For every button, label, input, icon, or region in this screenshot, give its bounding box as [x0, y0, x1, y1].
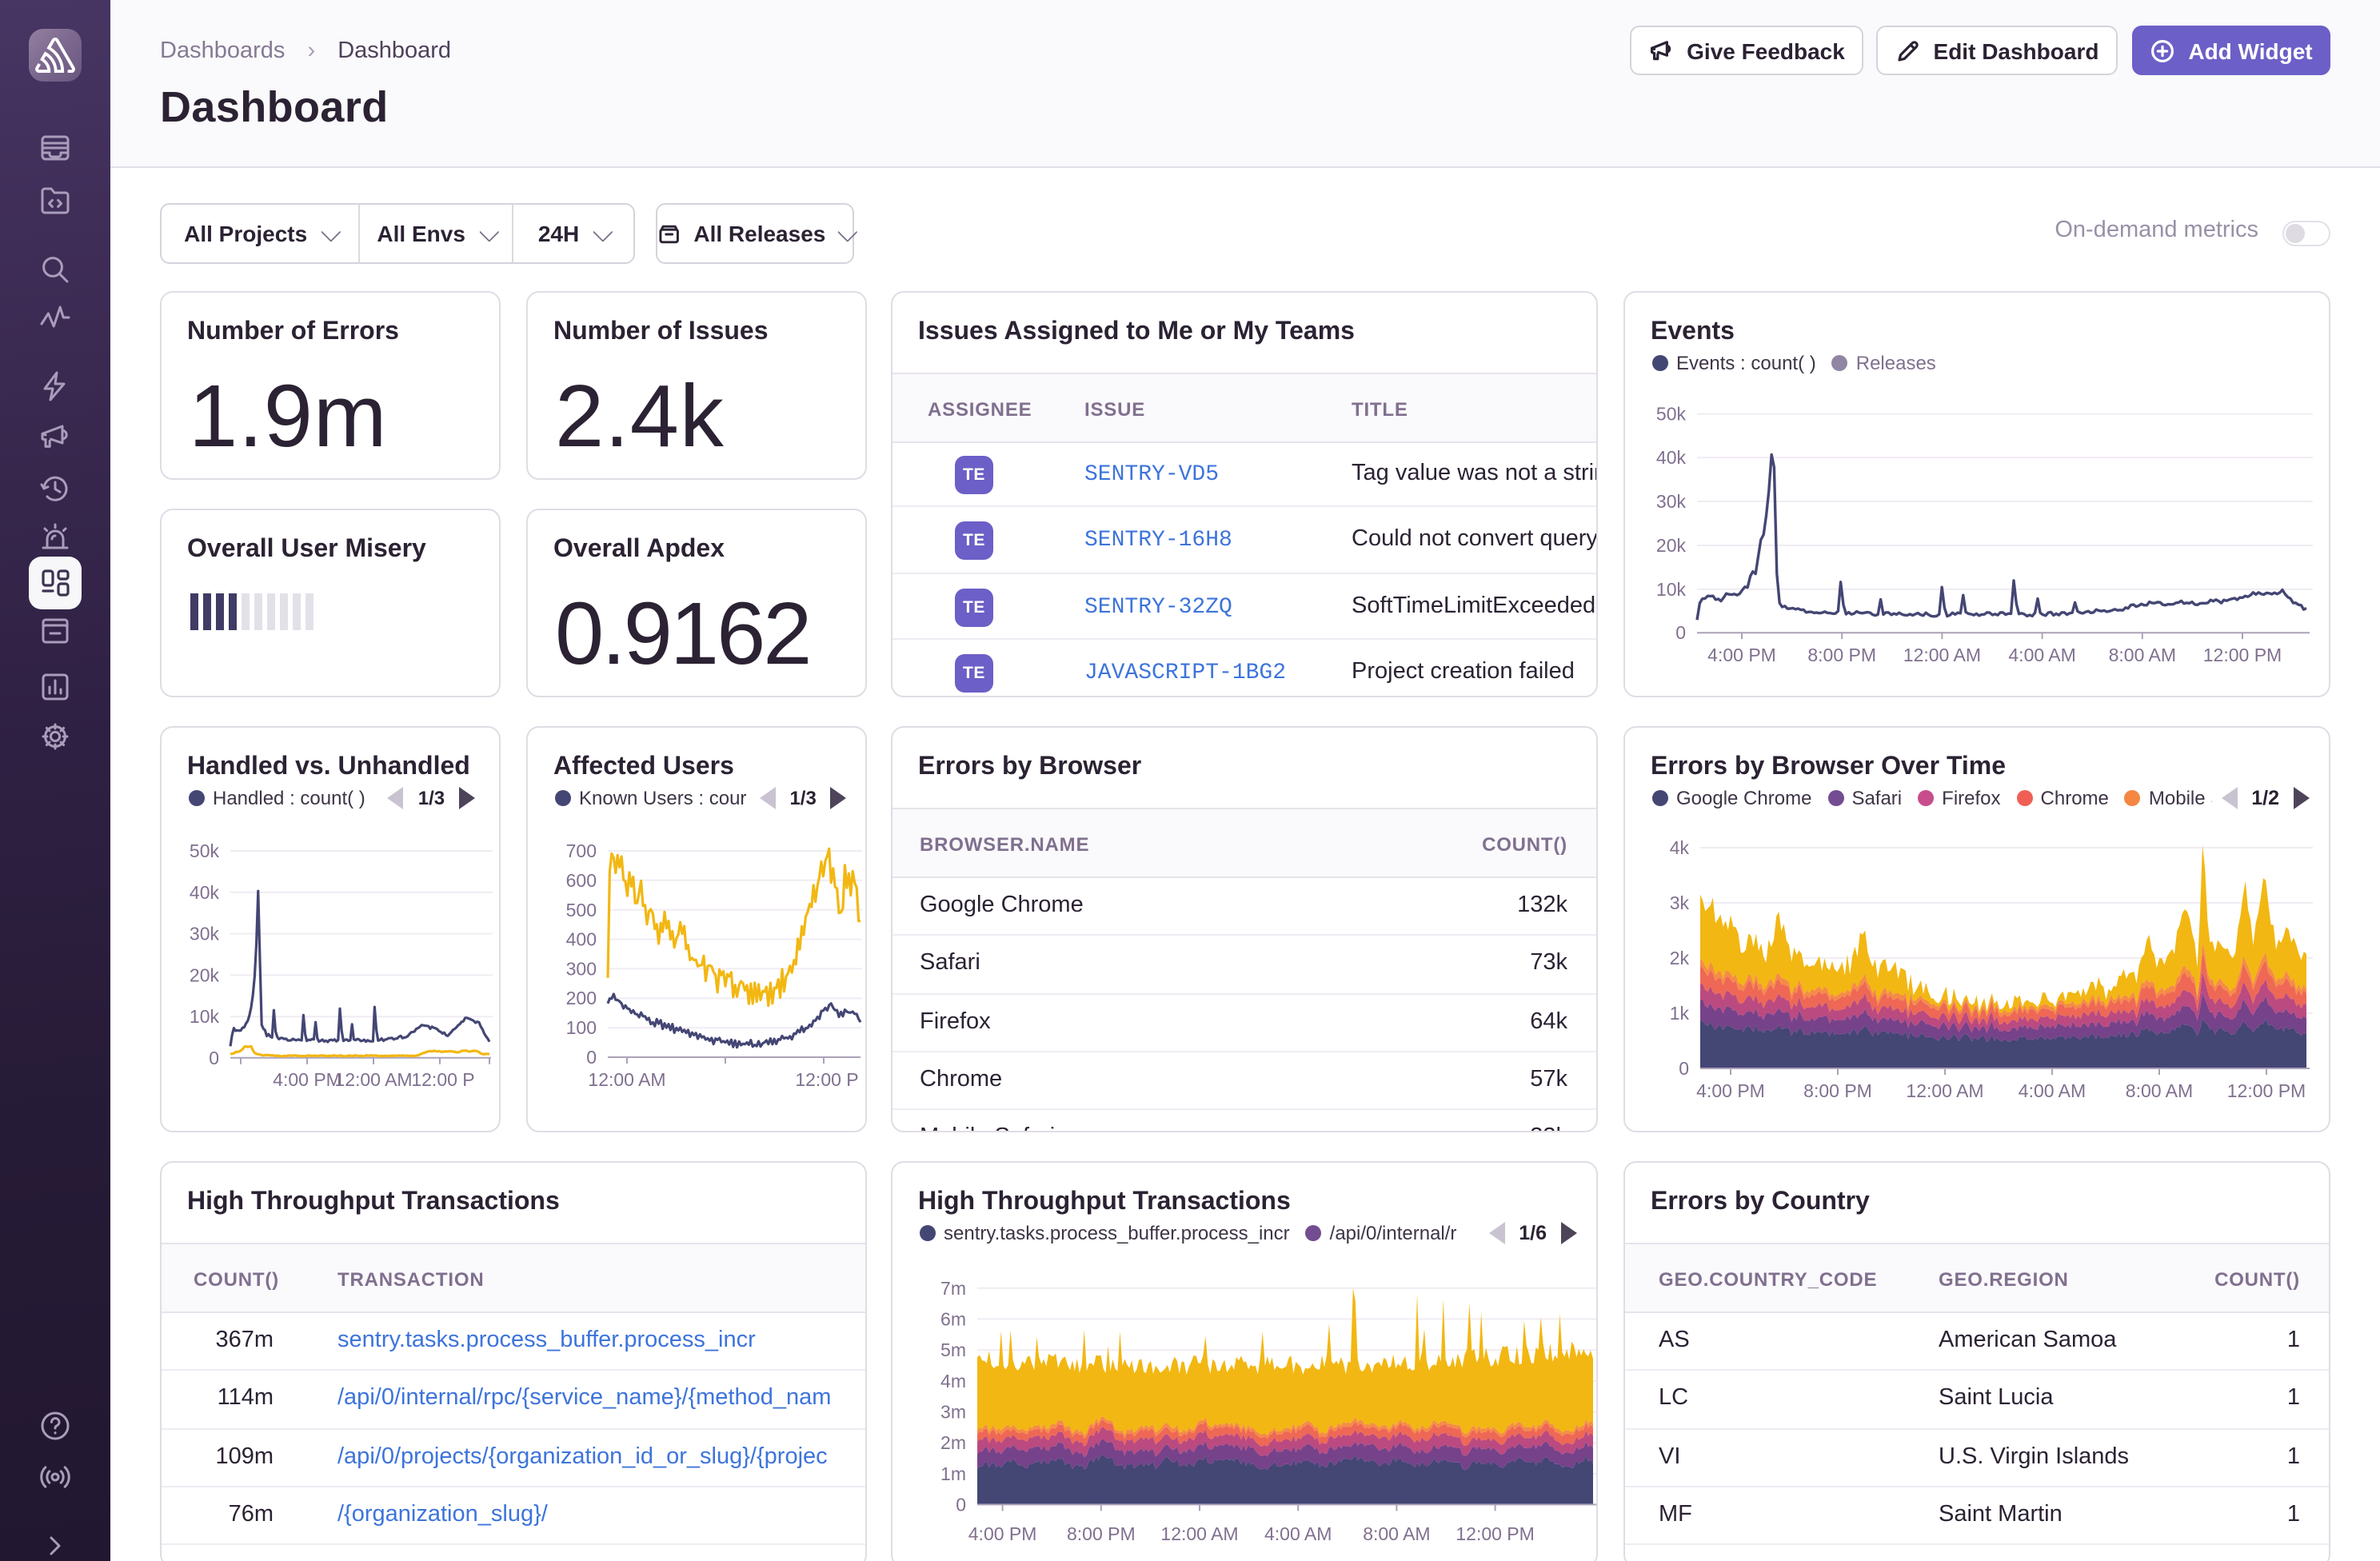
svg-text:4:00 PM: 4:00 PM: [1696, 1080, 1765, 1101]
svg-text:4:00 PM: 4:00 PM: [1707, 645, 1776, 665]
svg-text:700: 700: [566, 840, 597, 861]
svg-text:4:00 PM: 4:00 PM: [273, 1069, 341, 1090]
svg-text:4:00 AM: 4:00 AM: [2008, 645, 2075, 665]
svg-text:0: 0: [586, 1047, 597, 1068]
svg-text:12:00 AM: 12:00 AM: [1906, 1080, 1983, 1101]
svg-text:0: 0: [1675, 622, 1686, 643]
svg-text:2k: 2k: [1670, 948, 1690, 968]
svg-text:2m: 2m: [940, 1432, 966, 1453]
svg-text:30k: 30k: [1656, 491, 1687, 512]
svg-text:3k: 3k: [1670, 892, 1690, 913]
svg-text:12:00 PM: 12:00 PM: [2203, 645, 2282, 665]
svg-text:12:00 P: 12:00 P: [795, 1069, 858, 1090]
svg-text:6m: 6m: [940, 1308, 966, 1329]
svg-text:0: 0: [1679, 1058, 1689, 1079]
svg-text:12:00 PM: 12:00 PM: [1456, 1523, 1534, 1544]
svg-text:4k: 4k: [1670, 837, 1690, 858]
svg-text:8:00 AM: 8:00 AM: [2109, 645, 2176, 665]
svg-text:8:00 PM: 8:00 PM: [1067, 1523, 1136, 1544]
svg-text:5m: 5m: [940, 1339, 966, 1360]
svg-text:20k: 20k: [1656, 535, 1687, 556]
svg-text:300: 300: [566, 958, 597, 979]
svg-text:0: 0: [209, 1048, 219, 1068]
svg-text:7m: 7m: [940, 1278, 966, 1299]
svg-text:12:00 AM: 12:00 AM: [334, 1069, 412, 1090]
svg-text:3m: 3m: [940, 1402, 966, 1423]
svg-text:4m: 4m: [940, 1371, 966, 1391]
svg-text:8:00 PM: 8:00 PM: [1807, 645, 1876, 665]
svg-text:100: 100: [566, 1017, 597, 1038]
svg-text:50k: 50k: [1656, 404, 1687, 425]
svg-text:4:00 PM: 4:00 PM: [968, 1523, 1037, 1544]
svg-text:600: 600: [566, 870, 597, 891]
svg-text:4:00 AM: 4:00 AM: [2019, 1080, 2086, 1101]
svg-text:50k: 50k: [190, 840, 220, 861]
svg-text:8:00 AM: 8:00 AM: [2126, 1080, 2193, 1101]
svg-text:10k: 10k: [1656, 579, 1687, 600]
svg-text:4:00 AM: 4:00 AM: [1264, 1523, 1332, 1544]
svg-text:40k: 40k: [190, 882, 220, 903]
svg-text:12:00 P: 12:00 P: [411, 1069, 474, 1090]
svg-text:20k: 20k: [190, 964, 220, 985]
svg-text:40k: 40k: [1656, 447, 1687, 468]
svg-text:12:00 AM: 12:00 AM: [588, 1069, 665, 1090]
svg-text:12:00 PM: 12:00 PM: [2227, 1080, 2306, 1101]
svg-text:500: 500: [566, 900, 597, 920]
svg-text:200: 200: [566, 988, 597, 1008]
svg-text:30k: 30k: [190, 924, 220, 944]
svg-text:12:00 AM: 12:00 AM: [1160, 1523, 1238, 1544]
svg-text:0: 0: [956, 1494, 966, 1515]
svg-text:8:00 AM: 8:00 AM: [1363, 1523, 1430, 1544]
svg-text:400: 400: [566, 929, 597, 950]
svg-text:1m: 1m: [940, 1463, 966, 1484]
svg-text:10k: 10k: [190, 1006, 220, 1027]
svg-text:1k: 1k: [1670, 1003, 1690, 1024]
svg-text:8:00 PM: 8:00 PM: [1803, 1080, 1872, 1101]
svg-text:12:00 AM: 12:00 AM: [1903, 645, 1981, 665]
